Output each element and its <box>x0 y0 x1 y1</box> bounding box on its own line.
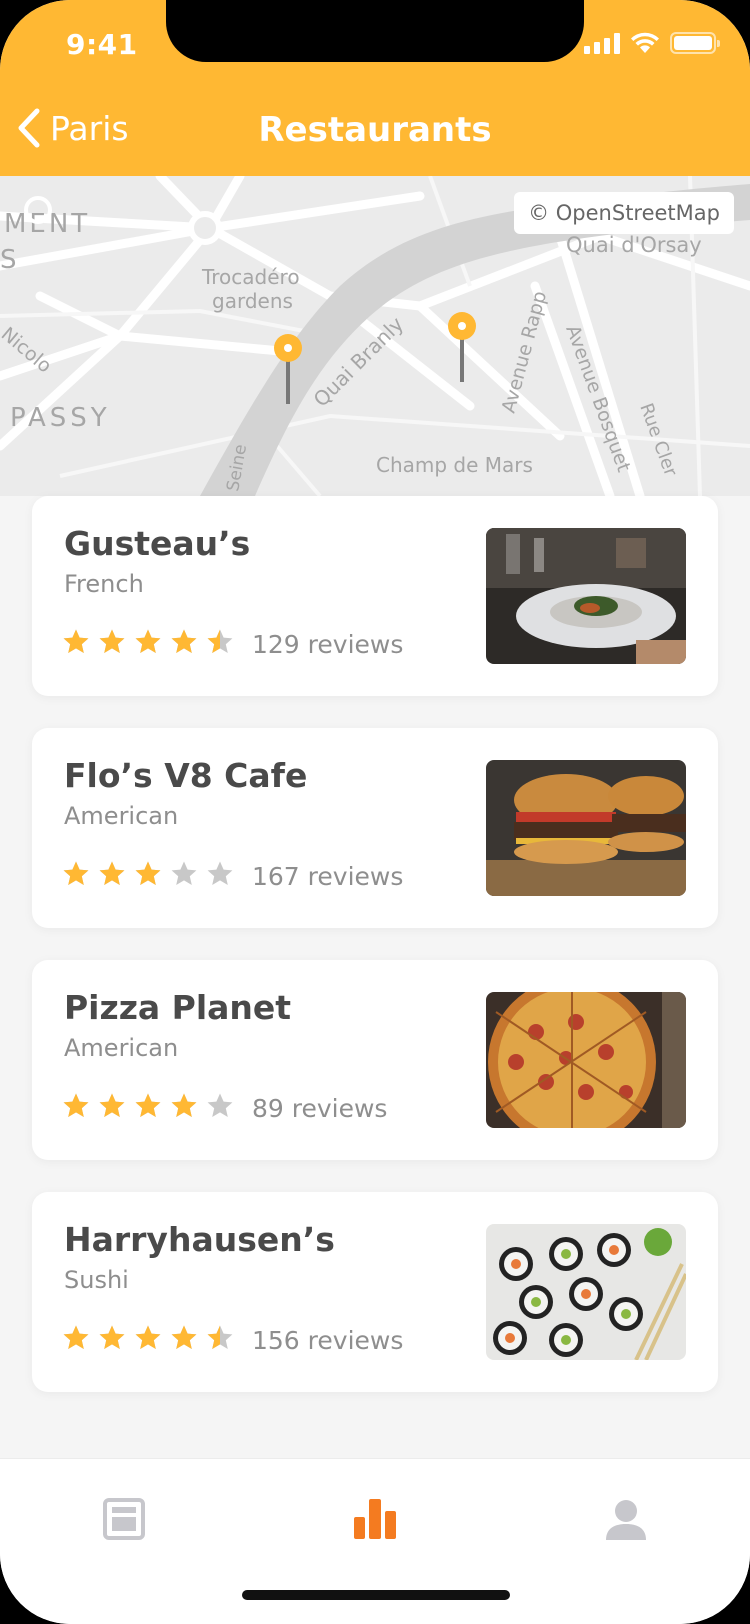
restaurant-card[interactable]: Flo’s V8 Cafe American 167 reviews <box>32 728 718 928</box>
star-icon <box>170 1324 198 1352</box>
star-rating <box>62 628 234 656</box>
restaurant-name: Harryhausen’s <box>64 1220 335 1259</box>
person-icon <box>606 1500 646 1540</box>
restaurant-cuisine: French <box>64 570 144 598</box>
tab-profile[interactable] <box>596 1489 656 1549</box>
restaurant-card[interactable]: Pizza Planet American 89 reviews <box>32 960 718 1160</box>
star-icon <box>206 1324 234 1352</box>
star-icon <box>98 1324 126 1352</box>
restaurant-cuisine: American <box>64 1034 179 1062</box>
map-label-champ-de-mars: Champ de Mars <box>376 453 533 477</box>
battery-icon <box>670 32 720 54</box>
star-icon <box>206 860 234 888</box>
status-icons <box>584 32 720 54</box>
restaurant-photo <box>486 760 686 896</box>
star-rating <box>62 1324 234 1352</box>
review-count: 129 reviews <box>252 630 404 659</box>
map-label-s: S <box>0 245 17 275</box>
restaurant-photo <box>486 528 686 664</box>
star-icon <box>206 628 234 656</box>
map-label-passy: PASSY <box>10 403 111 433</box>
star-icon <box>134 628 162 656</box>
chart-icon <box>354 1499 396 1539</box>
restaurant-cuisine: Sushi <box>64 1266 129 1294</box>
restaurant-name: Gusteau’s <box>64 524 251 563</box>
nav-header: 9:41 Paris Restaurants <box>0 0 750 176</box>
restaurant-name: Pizza Planet <box>64 988 292 1027</box>
review-count: 89 reviews <box>252 1094 388 1123</box>
star-icon <box>134 860 162 888</box>
signal-icon <box>584 32 620 54</box>
review-count: 167 reviews <box>252 862 404 891</box>
star-rating <box>62 1092 234 1120</box>
phone-screen: 9:41 Paris Restaurants MENT S Trocadéro … <box>0 0 750 1624</box>
star-rating <box>62 860 234 888</box>
map-label-trocadero-2: gardens <box>212 289 293 313</box>
star-icon <box>62 860 90 888</box>
page-title: Restaurants <box>258 110 492 150</box>
star-icon <box>62 628 90 656</box>
wifi-icon <box>631 32 659 53</box>
tab-stats[interactable] <box>345 1489 405 1549</box>
map-label-ment: MENT <box>4 209 90 239</box>
star-icon <box>62 1324 90 1352</box>
star-icon <box>170 860 198 888</box>
map-label-trocadero-1: Trocadéro <box>201 265 300 289</box>
star-icon <box>62 1092 90 1120</box>
star-icon <box>98 628 126 656</box>
star-icon <box>170 1092 198 1120</box>
map-attribution[interactable]: © OpenStreetMap <box>514 192 734 234</box>
restaurant-card[interactable]: Harryhausen’s Sushi 156 reviews <box>32 1192 718 1392</box>
status-time: 9:41 <box>66 28 138 61</box>
restaurant-photo <box>486 992 686 1128</box>
star-icon <box>134 1092 162 1120</box>
star-icon <box>134 1324 162 1352</box>
home-indicator[interactable] <box>242 1590 510 1600</box>
tab-news[interactable] <box>94 1489 154 1549</box>
restaurant-name: Flo’s V8 Cafe <box>64 756 308 795</box>
star-icon <box>98 860 126 888</box>
restaurant-photo <box>486 1224 686 1360</box>
star-icon <box>206 1092 234 1120</box>
review-count: 156 reviews <box>252 1326 404 1355</box>
newspaper-icon <box>103 1498 145 1540</box>
restaurant-cuisine: American <box>64 802 179 830</box>
notch <box>166 0 584 62</box>
map-label-quai-orsay: Quai d'Orsay <box>566 233 702 257</box>
star-icon <box>170 628 198 656</box>
map-view[interactable]: MENT S Trocadéro gardens Quai d'Orsay Ni… <box>0 176 750 496</box>
restaurant-card[interactable]: Gusteau’s French 129 reviews <box>32 496 718 696</box>
star-icon <box>98 1092 126 1120</box>
